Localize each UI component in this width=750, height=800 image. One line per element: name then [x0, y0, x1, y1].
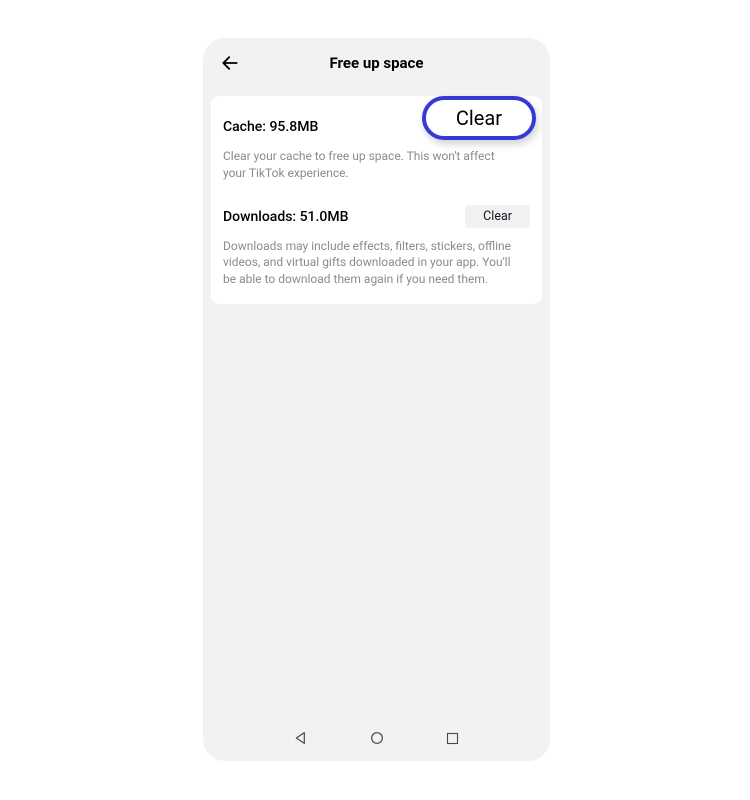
downloads-row: Downloads: 51.0MB Clear [223, 204, 530, 230]
back-arrow-icon[interactable] [219, 52, 241, 74]
phone-screen: Free up space Cache: 95.8MB Clear Clear … [203, 38, 550, 761]
cache-description: Clear your cache to free up space. This … [223, 148, 513, 182]
clear-cache-button[interactable]: Clear [422, 96, 536, 140]
cache-section: Cache: 95.8MB Clear Clear your cache to … [223, 114, 530, 182]
nav-back-icon[interactable] [292, 729, 310, 747]
content-card: Cache: 95.8MB Clear Clear your cache to … [211, 96, 542, 304]
cache-label: Cache: 95.8MB [223, 119, 318, 135]
nav-home-icon[interactable] [368, 729, 386, 747]
downloads-section: Downloads: 51.0MB Clear Downloads may in… [223, 204, 530, 288]
downloads-label: Downloads: 51.0MB [223, 209, 348, 225]
android-nav-bar [203, 715, 550, 761]
downloads-description: Downloads may include effects, filters, … [223, 238, 513, 288]
nav-recent-icon[interactable] [444, 729, 462, 747]
page-title: Free up space [203, 54, 550, 72]
clear-downloads-button[interactable]: Clear [465, 205, 530, 228]
header-bar: Free up space [203, 38, 550, 84]
